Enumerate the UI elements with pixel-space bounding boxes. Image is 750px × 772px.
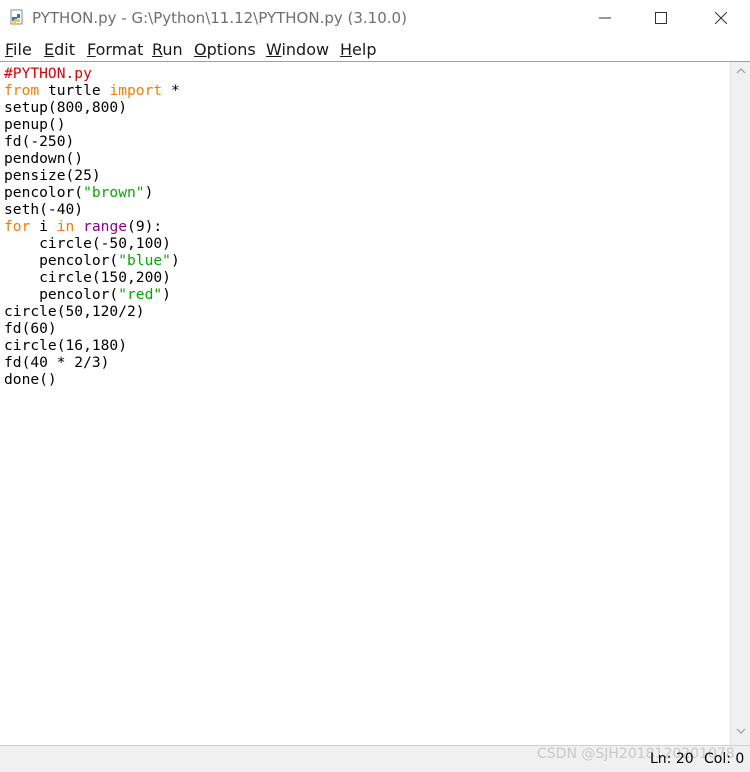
code-token: pensize(25) <box>4 167 101 184</box>
code-line: fd(60) <box>4 320 180 337</box>
code-line: pencolor("brown") <box>4 184 180 201</box>
code-token: pencolor( <box>4 286 119 303</box>
scroll-up-icon[interactable] <box>736 68 746 74</box>
code-token: pendown() <box>4 150 84 167</box>
code-token: fd(40 * 2/3) <box>4 354 110 371</box>
menu-help[interactable]: Help <box>340 40 376 59</box>
vertical-scrollbar[interactable] <box>730 62 750 745</box>
status-column: Col: 0 <box>704 751 745 767</box>
code-text: #PYTHON.py from turtle import * setup(800,… <box>4 65 180 388</box>
menu-format[interactable]: Format <box>87 40 143 59</box>
code-token: fd(60) <box>4 320 57 337</box>
code-line: setup(800,800) <box>4 99 180 116</box>
code-line: penup() <box>4 116 180 133</box>
code-token-string: "blue" <box>118 252 171 269</box>
code-token-keyword: in <box>56 218 75 235</box>
code-token: ) <box>162 286 171 303</box>
minimize-button[interactable] <box>582 0 628 36</box>
code-token: i <box>30 218 57 235</box>
scroll-down-icon[interactable] <box>736 728 746 734</box>
code-line: fd(-250) <box>4 133 180 150</box>
maximize-icon <box>655 12 667 24</box>
code-token-keyword: from <box>4 82 40 99</box>
close-icon <box>715 12 727 24</box>
code-token: circle(-50,100) <box>4 235 171 252</box>
title-bar[interactable]: PYTHON.py - G:\Python\11.12\PYTHON.py (3… <box>0 0 750 36</box>
code-token: pencolor( <box>4 252 119 269</box>
menu-bar: File Edit Format Run Options Window Help <box>0 37 750 62</box>
code-token: * <box>162 82 180 99</box>
code-token-string: "brown" <box>83 184 145 201</box>
code-line: pensize(25) <box>4 167 180 184</box>
code-line: circle(-50,100) <box>4 235 180 252</box>
code-token: fd(-250) <box>4 133 75 150</box>
code-token: turtle <box>39 82 110 99</box>
menu-run[interactable]: Run <box>152 40 183 59</box>
code-line: from turtle import * <box>4 82 180 99</box>
minimize-icon <box>599 17 611 19</box>
code-line: circle(16,180) <box>4 337 180 354</box>
menu-window[interactable]: Window <box>266 40 329 59</box>
window-title: PYTHON.py - G:\Python\11.12\PYTHON.py (3… <box>32 9 407 27</box>
status-bar: CSDN @SJH2018120201078 Ln: 20 Col: 0 <box>0 745 750 772</box>
maximize-button[interactable] <box>638 0 684 36</box>
menu-options[interactable]: Options <box>194 40 256 59</box>
code-line: pencolor("blue") <box>4 252 180 269</box>
code-token: ) <box>144 184 154 201</box>
code-line: circle(50,120/2) <box>4 303 180 320</box>
status-line: Ln: 20 <box>650 751 694 767</box>
code-line: #PYTHON.py <box>4 65 180 82</box>
code-line: pencolor("red") <box>4 286 180 303</box>
code-token: ) <box>170 252 180 269</box>
code-line: circle(150,200) <box>4 269 180 286</box>
code-line: pendown() <box>4 150 180 167</box>
code-token: (9): <box>127 218 163 235</box>
code-line: seth(-40) <box>4 201 180 218</box>
code-token: circle(50,120/2) <box>4 303 145 320</box>
menu-edit[interactable]: Edit <box>44 40 75 59</box>
code-token-keyword: import <box>109 82 163 99</box>
code-token-keyword: for <box>4 218 31 235</box>
code-token: seth(-40) <box>4 201 84 218</box>
close-button[interactable] <box>698 0 744 36</box>
code-token: setup(800,800) <box>4 99 128 116</box>
python-file-icon <box>8 9 26 27</box>
code-token: circle(16,180) <box>4 337 128 354</box>
code-line: fd(40 * 2/3) <box>4 354 180 371</box>
code-token-builtin: range <box>83 218 128 235</box>
menu-file[interactable]: File <box>5 40 32 59</box>
code-token: circle(150,200) <box>4 269 171 286</box>
code-line: done() <box>4 371 180 388</box>
code-token-string: "red" <box>118 286 163 303</box>
code-editor[interactable]: #PYTHON.py from turtle import * setup(800,… <box>0 62 730 745</box>
code-token: done() <box>4 371 57 388</box>
code-token: penup() <box>4 116 66 133</box>
code-token: pencolor( <box>4 184 84 201</box>
code-line: for i in range(9): <box>4 218 180 235</box>
code-token-comment: #PYTHON.py <box>4 65 92 82</box>
